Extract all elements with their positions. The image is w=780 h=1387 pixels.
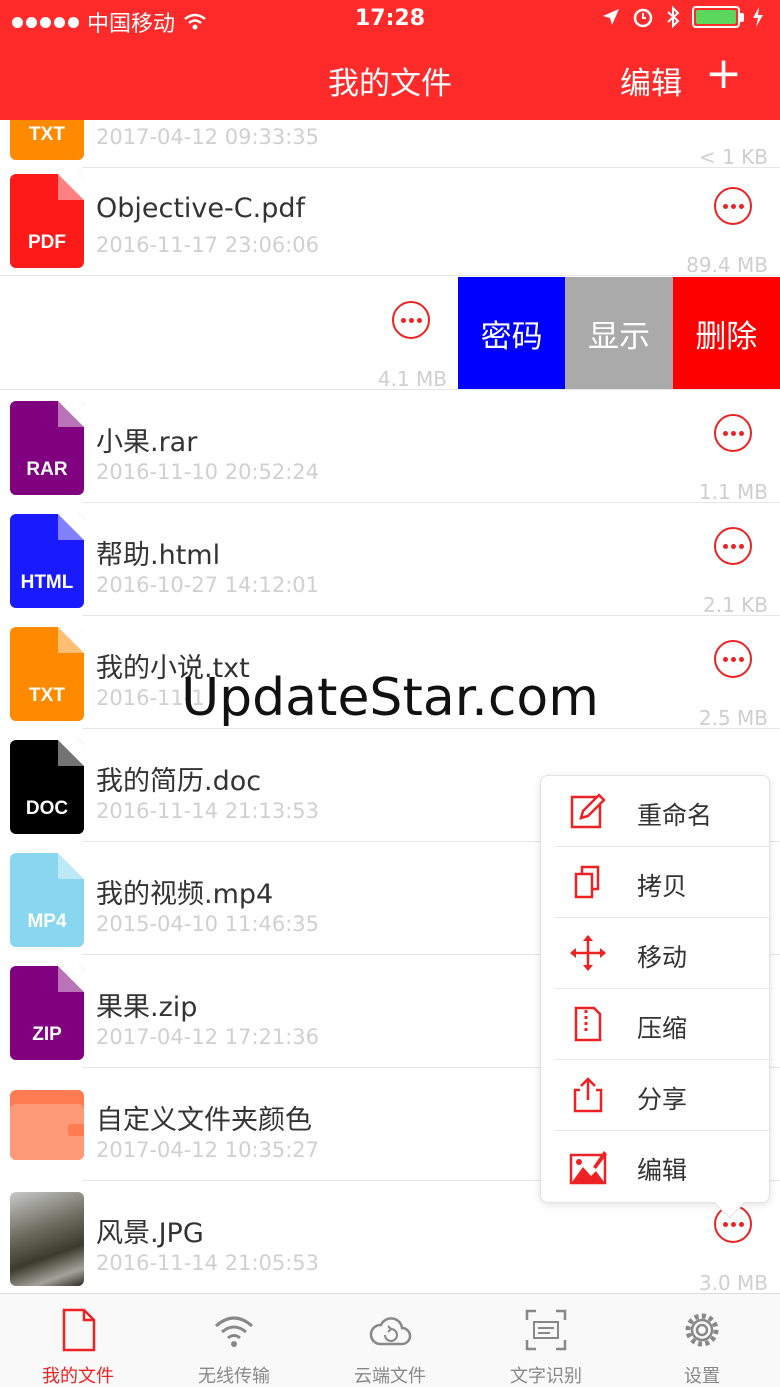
file-row[interactable]: TXT 我的小说.txt 2016-11-1 2.5 MB bbox=[0, 616, 780, 730]
file-row-swiped[interactable]: 4.1 MB 密码 显示 删除 bbox=[0, 277, 780, 391]
more-options-button[interactable] bbox=[714, 187, 752, 225]
file-icon bbox=[62, 1308, 96, 1352]
file-size: 2.1 KB bbox=[703, 593, 768, 617]
cloud-icon bbox=[369, 1317, 412, 1346]
mp4-file-icon: MP4 bbox=[10, 853, 84, 947]
image-edit-icon bbox=[569, 1151, 607, 1185]
wifi-icon bbox=[215, 1316, 253, 1347]
file-date: 2017-04-12 17:21:36 bbox=[96, 1025, 320, 1049]
more-options-button[interactable] bbox=[714, 640, 752, 678]
tab-cloud-files[interactable]: 云端文件 bbox=[312, 1294, 468, 1387]
file-name: 我的简历.doc bbox=[96, 766, 262, 797]
charging-icon bbox=[753, 7, 763, 27]
zip-file-icon: ZIP bbox=[10, 966, 84, 1060]
file-row[interactable]: PDF Objective-C.pdf 2016-11-17 23:06:06 … bbox=[0, 163, 780, 277]
file-date: 2016-11-14 21:05:53 bbox=[96, 1251, 320, 1275]
tab-bar: 我的文件 无线传输 云端文件 文字识别 设置 bbox=[0, 1293, 780, 1387]
share-icon bbox=[573, 1077, 603, 1113]
alarm-icon bbox=[633, 8, 653, 28]
file-row[interactable]: TXT 2017-04-12 09:33:35 < 1 KB bbox=[0, 120, 780, 169]
file-name: 小果.rar bbox=[96, 427, 198, 458]
tab-settings[interactable]: 设置 bbox=[624, 1294, 780, 1387]
file-size: 2.5 MB bbox=[698, 706, 768, 730]
move-icon bbox=[570, 935, 606, 971]
folder-icon bbox=[10, 1090, 84, 1160]
file-name: 风景.JPG bbox=[96, 1218, 204, 1249]
bluetooth-icon bbox=[667, 6, 680, 28]
file-date: 2017-04-12 09:33:35 bbox=[96, 125, 320, 149]
password-action-button[interactable]: 密码 bbox=[458, 277, 566, 389]
copy-icon bbox=[574, 865, 600, 899]
file-row[interactable]: RAR 小果.rar 2016-11-10 20:52:24 1.1 MB bbox=[0, 390, 780, 504]
file-date: 2016-10-27 14:12:01 bbox=[96, 573, 320, 597]
file-name: 果果.zip bbox=[96, 992, 198, 1023]
menu-item-edit[interactable]: 编辑 bbox=[541, 1131, 771, 1202]
edit-icon bbox=[570, 793, 606, 829]
file-size: 1.1 MB bbox=[698, 480, 768, 504]
file-name: Objective-C.pdf bbox=[96, 193, 305, 224]
add-button[interactable]: + bbox=[705, 52, 742, 96]
txt-file-icon: TXT bbox=[10, 120, 84, 160]
file-name: 帮助.html bbox=[96, 540, 221, 571]
status-bar: 中国移动 17:28 bbox=[0, 0, 780, 40]
edit-button[interactable]: 编辑 bbox=[620, 58, 682, 103]
swipe-actions: 密码 显示 删除 bbox=[458, 277, 780, 389]
file-date: 2016-11-10 20:52:24 bbox=[96, 460, 320, 484]
location-icon bbox=[603, 9, 619, 25]
html-file-icon: HTML bbox=[10, 514, 84, 608]
photo-thumbnail bbox=[10, 1192, 84, 1286]
file-name: 我的小说.txt bbox=[96, 653, 250, 684]
navigation-bar: 中国移动 17:28 我的文件 编辑 + bbox=[0, 0, 780, 120]
doc-file-icon: DOC bbox=[10, 740, 84, 834]
show-action-button[interactable]: 显示 bbox=[565, 277, 673, 389]
tab-text-recognition[interactable]: 文字识别 bbox=[468, 1294, 624, 1387]
more-options-button[interactable] bbox=[392, 301, 430, 339]
tab-wireless-transfer[interactable]: 无线传输 bbox=[156, 1294, 312, 1387]
file-date: 2015-04-10 11:46:35 bbox=[96, 912, 320, 936]
folder-name: 自定义文件夹颜色 bbox=[96, 1105, 312, 1136]
menu-item-move[interactable]: 移动 bbox=[541, 918, 771, 989]
file-size: 3.0 MB bbox=[698, 1271, 768, 1293]
more-options-button[interactable] bbox=[714, 414, 752, 452]
file-size: 4.1 MB bbox=[377, 367, 447, 391]
menu-item-copy[interactable]: 拷贝 bbox=[541, 847, 771, 918]
menu-item-rename[interactable]: 重命名 bbox=[541, 776, 771, 847]
gear-icon bbox=[685, 1313, 719, 1347]
more-options-button[interactable] bbox=[714, 527, 752, 565]
pdf-file-icon: PDF bbox=[10, 174, 84, 268]
file-action-menu: 重命名 拷贝 移动 压缩 分享 编辑 bbox=[540, 775, 771, 1203]
scan-icon bbox=[525, 1309, 567, 1351]
delete-action-button[interactable]: 删除 bbox=[672, 277, 780, 389]
file-date: 2016-11-14 21:13:53 bbox=[96, 799, 320, 823]
txt-file-icon: TXT bbox=[10, 627, 84, 721]
menu-item-share[interactable]: 分享 bbox=[541, 1060, 771, 1131]
file-name: 我的视频.mp4 bbox=[96, 879, 274, 910]
tab-my-files[interactable]: 我的文件 bbox=[0, 1294, 156, 1387]
file-date: 2016-11-1 bbox=[96, 686, 205, 710]
rar-file-icon: RAR bbox=[10, 401, 84, 495]
compress-icon bbox=[574, 1006, 602, 1042]
battery-icon bbox=[692, 6, 744, 28]
menu-item-compress[interactable]: 压缩 bbox=[541, 989, 771, 1060]
file-date: 2016-11-17 23:06:06 bbox=[96, 233, 320, 257]
file-size: 89.4 MB bbox=[686, 253, 768, 277]
file-row[interactable]: HTML 帮助.html 2016-10-27 14:12:01 2.1 KB bbox=[0, 503, 780, 617]
folder-date: 2017-04-12 10:35:27 bbox=[96, 1138, 320, 1162]
